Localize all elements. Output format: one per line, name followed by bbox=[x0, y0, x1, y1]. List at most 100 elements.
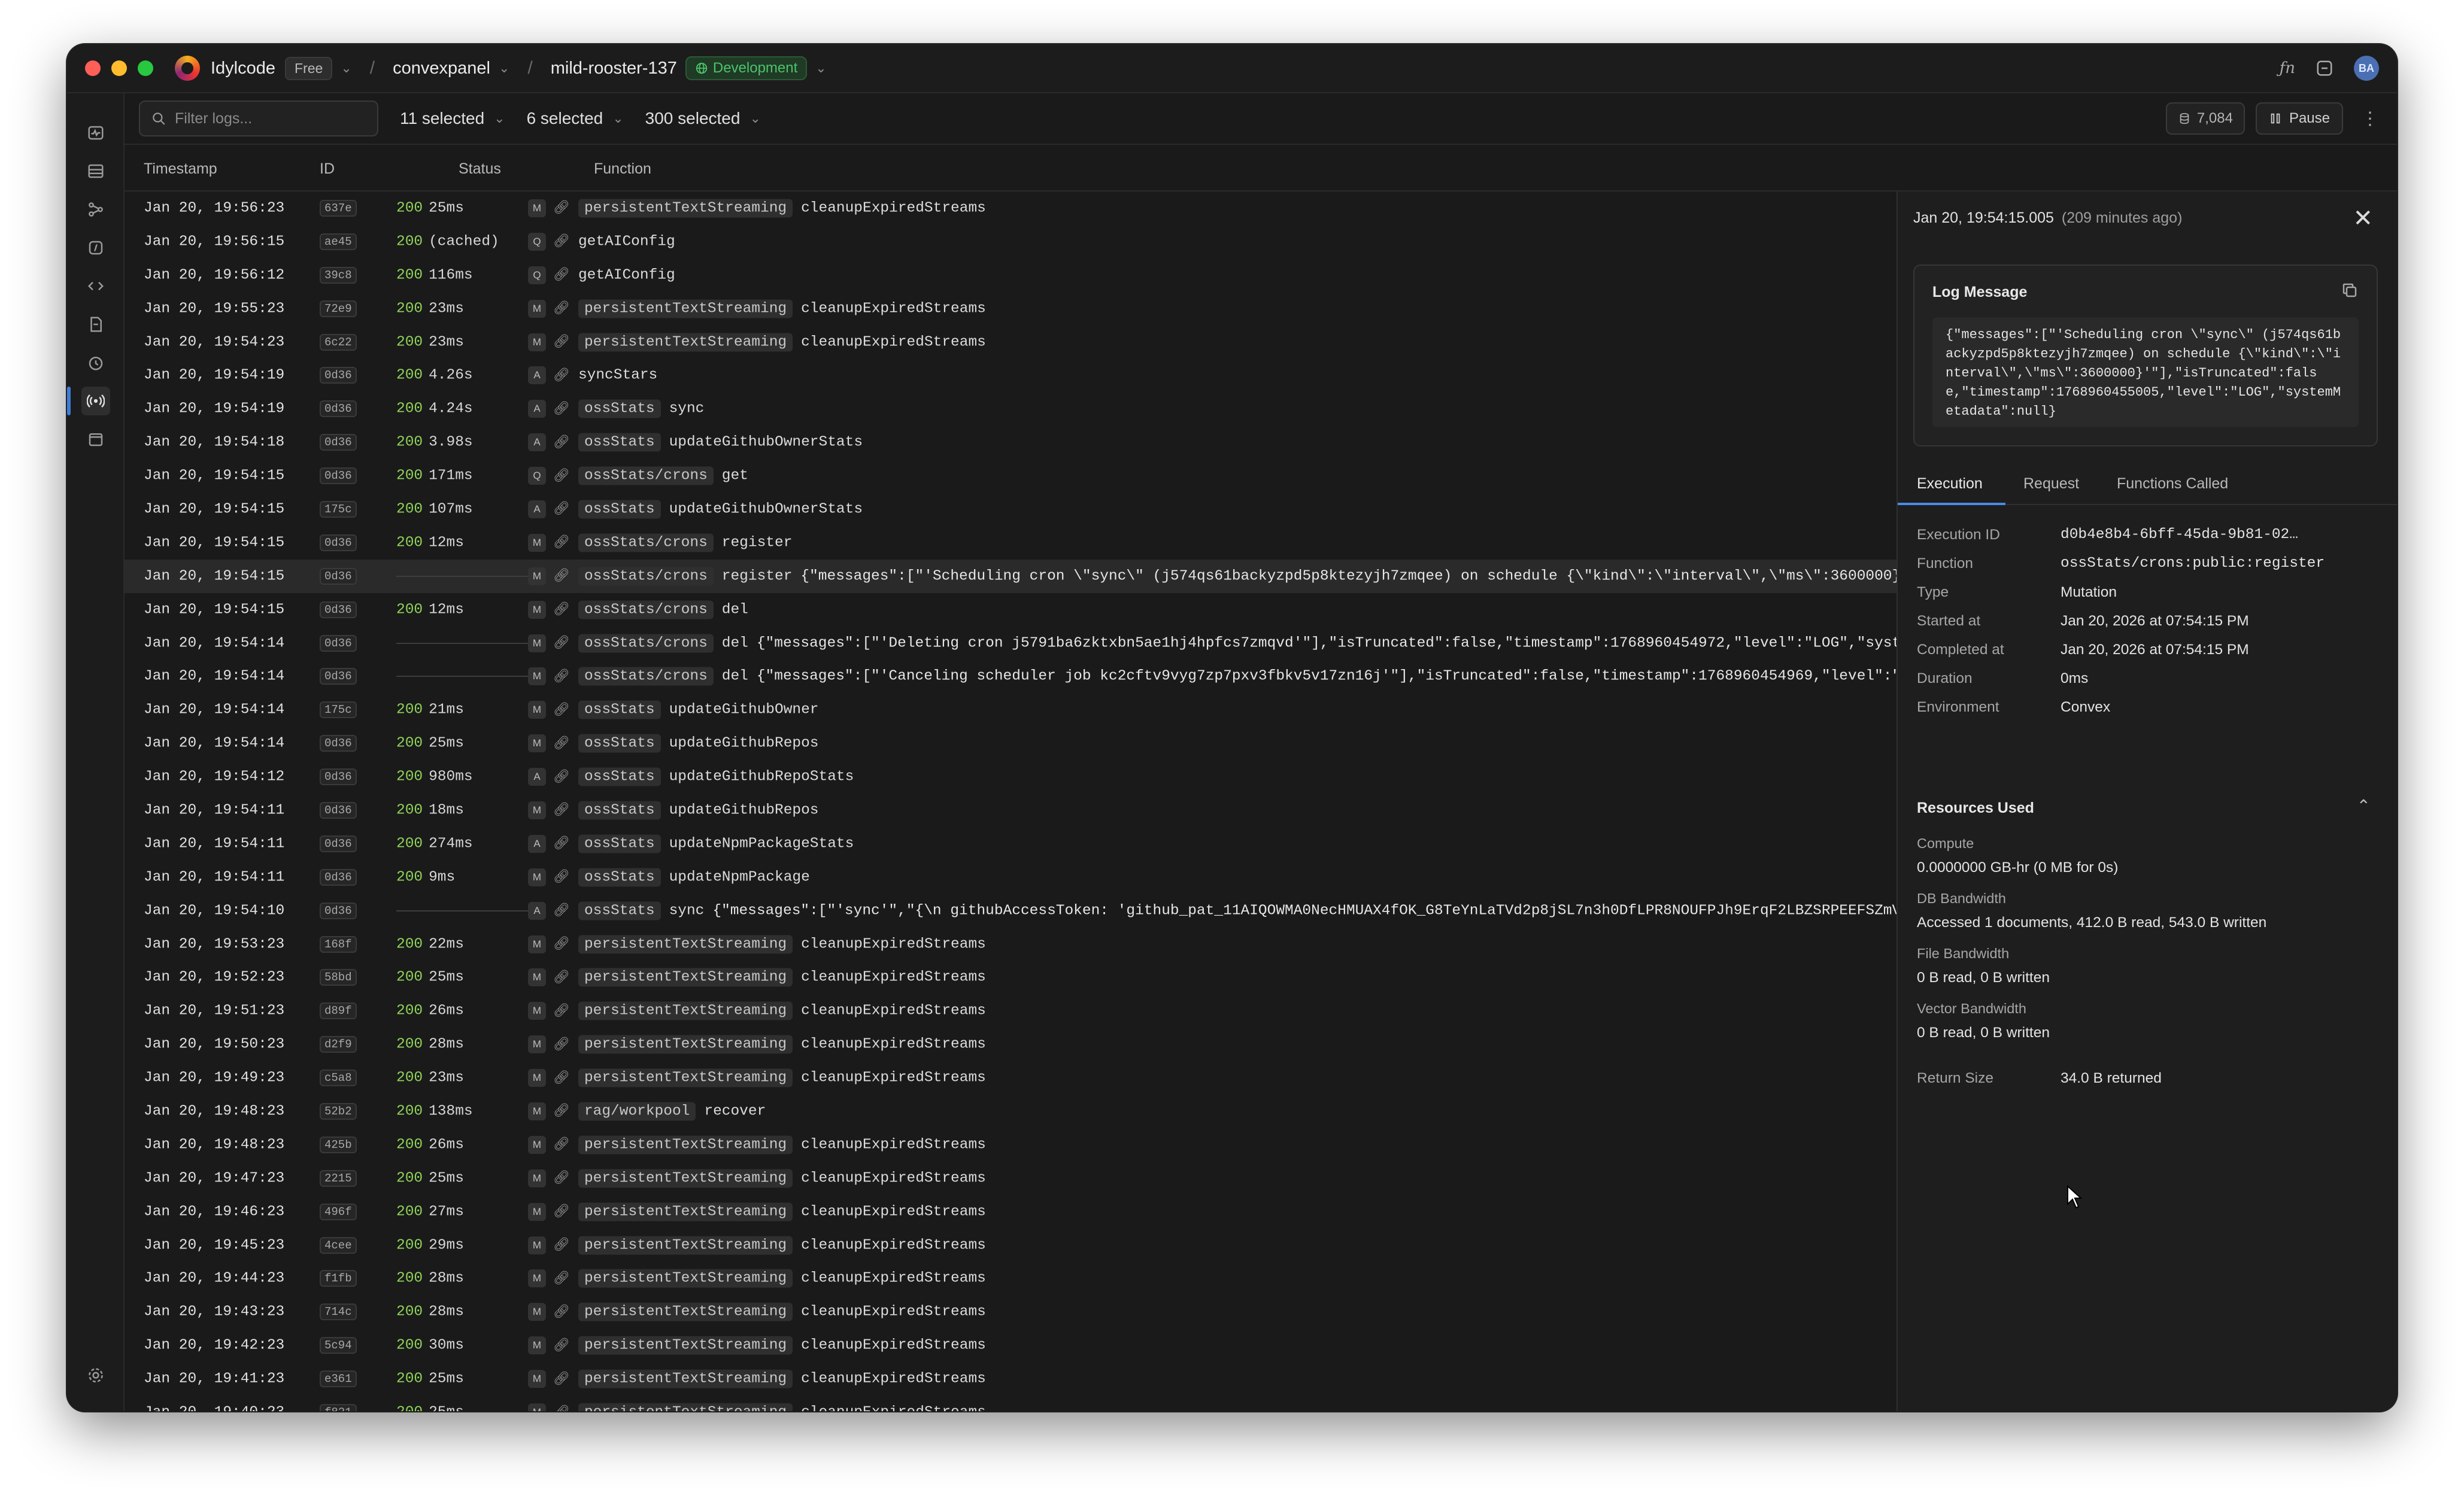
log-row[interactable]: Jan 20, 19:54:19 0d36 200 4.26s A 🔗︎ syncStars bbox=[125, 358, 1896, 392]
log-row[interactable]: Jan 20, 19:48:23 425b 200 26ms M 🔗︎ persistent… bbox=[125, 1128, 1896, 1162]
project-chevron-down-icon[interactable]: ⌄ bbox=[499, 60, 509, 76]
team-name[interactable]: Idylcode bbox=[211, 59, 275, 78]
code-icon[interactable] bbox=[81, 272, 110, 300]
external-link-icon[interactable]: 🔗︎ bbox=[553, 401, 570, 417]
log-row[interactable]: Jan 20, 19:51:23 d89f 200 26ms M 🔗︎ persistent… bbox=[125, 994, 1896, 1028]
external-link-icon[interactable]: 🔗︎ bbox=[553, 200, 570, 216]
log-row[interactable]: Jan 20, 19:54:11 0d36 200 18ms M 🔗︎ ossStats up… bbox=[125, 794, 1896, 827]
external-link-icon[interactable]: 🔗︎ bbox=[553, 736, 570, 751]
external-link-icon[interactable]: 🔗︎ bbox=[553, 434, 570, 450]
external-link-icon[interactable]: 🔗︎ bbox=[553, 870, 570, 885]
tab-request[interactable]: Request bbox=[2023, 475, 2079, 493]
external-link-icon[interactable]: 🔗︎ bbox=[553, 636, 570, 651]
log-row[interactable]: Jan 20, 19:54:10 0d36 A 🔗︎ ossStats sync {"mes… bbox=[125, 894, 1896, 928]
external-link-icon[interactable]: 🔗︎ bbox=[553, 468, 570, 484]
log-row[interactable]: Jan 20, 19:54:23 6c22 200 23ms M 🔗︎ persistent… bbox=[125, 326, 1896, 359]
external-link-icon[interactable]: 🔗︎ bbox=[553, 970, 570, 985]
external-link-icon[interactable]: 🔗︎ bbox=[553, 367, 570, 383]
functions-icon[interactable] bbox=[81, 233, 110, 262]
external-link-icon[interactable]: 🔗︎ bbox=[553, 502, 570, 517]
log-row[interactable]: Jan 20, 19:54:15 0d36 200 171ms Q 🔗︎ ossStats/… bbox=[125, 459, 1896, 493]
log-row[interactable]: Jan 20, 19:41:23 e361 200 25ms M 🔗︎ persistent… bbox=[125, 1362, 1896, 1396]
convex-logo[interactable] bbox=[175, 56, 200, 81]
tab-functions-called[interactable]: Functions Called bbox=[2117, 475, 2228, 493]
log-row[interactable]: Jan 20, 19:48:23 52b2 200 138ms M 🔗︎ rag/workp… bbox=[125, 1095, 1896, 1128]
schema-icon[interactable] bbox=[81, 195, 110, 224]
user-avatar[interactable]: BA bbox=[2354, 56, 2379, 81]
log-row[interactable]: Jan 20, 19:54:15 175c 200 107ms A 🔗︎ ossStats u… bbox=[125, 493, 1896, 526]
minimize-window-button[interactable] bbox=[111, 60, 127, 76]
more-options-icon[interactable]: ⋮ bbox=[2361, 108, 2379, 129]
external-link-icon[interactable]: 🔗︎ bbox=[553, 1304, 570, 1320]
logs-icon[interactable] bbox=[81, 387, 110, 415]
external-link-icon[interactable]: 🔗︎ bbox=[553, 1070, 570, 1086]
log-row[interactable]: Jan 20, 19:47:23 2215 200 25ms M 🔗︎ persistent… bbox=[125, 1162, 1896, 1195]
external-link-icon[interactable]: 🔗︎ bbox=[553, 1371, 570, 1387]
function-runner-icon[interactable]: ƒn bbox=[2280, 59, 2295, 77]
log-row[interactable]: Jan 20, 19:54:14 175c 200 21ms M 🔗︎ ossStats up… bbox=[125, 693, 1896, 727]
external-link-icon[interactable]: 🔗︎ bbox=[553, 1104, 570, 1119]
data-table-icon[interactable] bbox=[81, 157, 110, 186]
external-link-icon[interactable]: 🔗︎ bbox=[553, 1271, 570, 1286]
external-link-icon[interactable]: 🔗︎ bbox=[553, 301, 570, 317]
log-row[interactable]: Jan 20, 19:54:12 0d36 200 980ms A 🔗︎ ossStats u… bbox=[125, 760, 1896, 794]
log-row[interactable]: Jan 20, 19:54:14 0d36 200 25ms M 🔗︎ ossStats up… bbox=[125, 727, 1896, 760]
files-icon[interactable] bbox=[81, 310, 110, 339]
external-link-icon[interactable]: 🔗︎ bbox=[553, 803, 570, 818]
log-row[interactable]: Jan 20, 19:52:23 58bd 200 25ms M 🔗︎ persistent… bbox=[125, 961, 1896, 994]
team-chevron-down-icon[interactable]: ⌄ bbox=[341, 60, 351, 76]
external-link-icon[interactable]: 🔗︎ bbox=[553, 769, 570, 785]
log-row[interactable]: Jan 20, 19:54:14 0d36 M 🔗︎ ossStats/crons del… bbox=[125, 627, 1896, 660]
external-link-icon[interactable]: 🔗︎ bbox=[553, 335, 570, 350]
history-icon[interactable] bbox=[81, 425, 110, 454]
external-link-icon[interactable]: 🔗︎ bbox=[553, 1171, 570, 1186]
log-row[interactable]: Jan 20, 19:44:23 f1fb 200 28ms M 🔗︎ persistent… bbox=[125, 1262, 1896, 1296]
external-link-icon[interactable]: 🔗︎ bbox=[553, 1338, 570, 1353]
log-row[interactable]: Jan 20, 19:56:12 39c8 200 116ms Q 🔗︎ getAIConf… bbox=[125, 259, 1896, 292]
log-row[interactable]: Jan 20, 19:43:23 714c 200 28ms M 🔗︎ persistent… bbox=[125, 1295, 1896, 1329]
external-link-icon[interactable]: 🔗︎ bbox=[553, 1405, 570, 1411]
external-link-icon[interactable]: 🔗︎ bbox=[553, 1137, 570, 1153]
log-row[interactable]: Jan 20, 19:56:15 ae45 200 (cached) Q 🔗︎ getAIC… bbox=[125, 225, 1896, 259]
deployment-name[interactable]: mild-rooster-137 bbox=[551, 59, 677, 78]
external-link-icon[interactable]: 🔗︎ bbox=[553, 569, 570, 584]
copy-icon[interactable] bbox=[2341, 281, 2359, 299]
external-link-icon[interactable]: 🔗︎ bbox=[553, 669, 570, 684]
settings-gear-icon[interactable] bbox=[81, 1361, 110, 1390]
log-row[interactable]: Jan 20, 19:46:23 496f 200 27ms M 🔗︎ persistent… bbox=[125, 1195, 1896, 1229]
log-row[interactable]: Jan 20, 19:54:11 0d36 200 9ms M 🔗︎ ossStats upd… bbox=[125, 861, 1896, 894]
log-row[interactable]: Jan 20, 19:50:23 d2f9 200 28ms M 🔗︎ persistent… bbox=[125, 1028, 1896, 1061]
deployment-chevron-down-icon[interactable]: ⌄ bbox=[815, 60, 826, 76]
log-row[interactable]: Jan 20, 19:54:15 0d36 200 12ms M 🔗︎ ossStats/c… bbox=[125, 593, 1896, 627]
external-link-icon[interactable]: 🔗︎ bbox=[553, 937, 570, 952]
log-row[interactable]: Jan 20, 19:54:15 0d36 M 🔗︎ ossStats/crons reg… bbox=[125, 559, 1896, 593]
environment-badge[interactable]: Development bbox=[685, 56, 808, 80]
external-link-icon[interactable]: 🔗︎ bbox=[553, 535, 570, 551]
external-link-icon[interactable]: 🔗︎ bbox=[553, 836, 570, 852]
log-row[interactable]: Jan 20, 19:56:23 637e 200 25ms M 🔗︎ persistent… bbox=[125, 192, 1896, 225]
external-link-icon[interactable]: 🔗︎ bbox=[553, 1204, 570, 1220]
external-link-icon[interactable]: 🔗︎ bbox=[553, 903, 570, 919]
filter-logs-input[interactable] bbox=[175, 110, 366, 127]
functions-selector[interactable]: 300 selected ⌄ bbox=[645, 109, 761, 128]
external-link-icon[interactable]: 🔗︎ bbox=[553, 268, 570, 283]
external-link-icon[interactable]: 🔗︎ bbox=[553, 234, 570, 250]
filter-logs-box[interactable] bbox=[139, 101, 378, 136]
log-row[interactable]: Jan 20, 19:49:23 c5a8 200 23ms M 🔗︎ persistent… bbox=[125, 1061, 1896, 1095]
external-link-icon[interactable]: 🔗︎ bbox=[553, 1238, 570, 1253]
log-row[interactable]: Jan 20, 19:55:23 72e9 200 23ms M 🔗︎ persistent… bbox=[125, 292, 1896, 326]
log-row[interactable]: Jan 20, 19:54:18 0d36 200 3.98s A 🔗︎ ossStats u… bbox=[125, 426, 1896, 459]
tab-execution[interactable]: Execution bbox=[1917, 475, 1983, 493]
log-row[interactable]: Jan 20, 19:40:23 f821 200 25ms M 🔗︎ persistent… bbox=[125, 1396, 1896, 1411]
external-link-icon[interactable]: 🔗︎ bbox=[553, 1003, 570, 1019]
collapse-chevron-up-icon[interactable]: ⌃ bbox=[2357, 796, 2371, 816]
support-icon[interactable] bbox=[2316, 59, 2333, 77]
close-window-button[interactable] bbox=[85, 60, 101, 76]
external-link-icon[interactable]: 🔗︎ bbox=[553, 602, 570, 618]
pause-button[interactable]: Pause bbox=[2255, 102, 2343, 135]
schedules-icon[interactable] bbox=[81, 348, 110, 377]
health-icon[interactable] bbox=[81, 118, 110, 147]
maximize-window-button[interactable] bbox=[138, 60, 153, 76]
log-row[interactable]: Jan 20, 19:54:11 0d36 200 274ms A 🔗︎ ossStats u… bbox=[125, 827, 1896, 861]
log-row[interactable]: Jan 20, 19:54:15 0d36 200 12ms M 🔗︎ ossStats/c… bbox=[125, 526, 1896, 560]
